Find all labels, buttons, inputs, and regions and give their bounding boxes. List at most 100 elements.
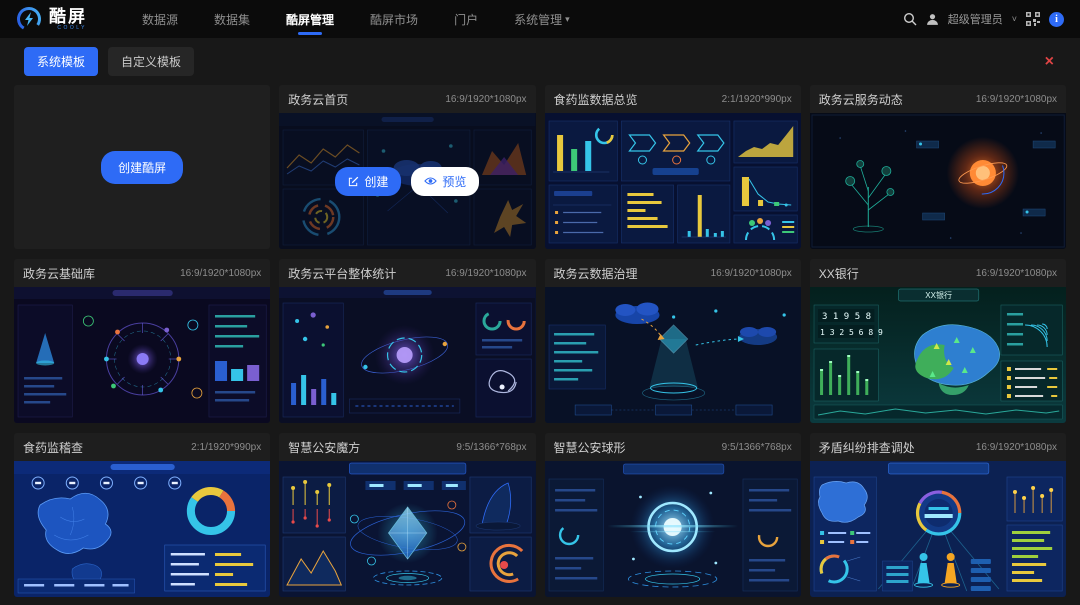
logo-subtext: COOLY [57,26,87,31]
nav-item-label: 数据源 [142,11,178,28]
nav-item-screen-market[interactable]: 酷屏市场 [370,0,418,38]
template-size: 16:9/1920*1080px [711,268,792,279]
template-title: 矛盾纠纷排查调处 [819,439,915,456]
template-thumbnail[interactable] [279,287,535,423]
top-navbar: 酷屏 COOLY 数据源 数据集 酷屏管理 酷屏市场 门户 系统管理▾ 超级管理… [0,0,1080,38]
template-card-header: 政务云数据治理 16:9/1920*1080px [545,259,801,287]
search-icon[interactable] [903,12,917,26]
template-thumbnail[interactable] [14,461,270,597]
chevron-down-icon[interactable]: ˅ [1012,14,1017,24]
close-icon[interactable]: × [1045,54,1054,70]
template-thumbnail[interactable]: XX银行 3 1 9 5 8 1 3 2 5 6 8 9 [810,287,1066,423]
preview-template-button[interactable]: 预览 [411,167,479,196]
template-card-header: 政务云首页 16:9/1920*1080px [279,85,535,113]
username[interactable]: 超级管理员 [948,11,1003,27]
template-thumbnail[interactable] [545,113,801,249]
main-menu: 数据源 数据集 酷屏管理 酷屏市场 门户 系统管理▾ [142,0,903,38]
template-title: 智慧公安球形 [554,439,626,456]
template-size: 16:9/1920*1080px [180,268,261,279]
template-thumbnail[interactable] [279,461,535,597]
template-card[interactable]: 政务云服务动态 16:9/1920*1080px [810,85,1066,249]
template-title: 政务云数据治理 [554,265,638,282]
tab-custom-templates[interactable]: 自定义模板 [108,47,194,76]
template-card[interactable]: 矛盾纠纷排查调处 16:9/1920*1080px [810,433,1066,597]
create-screen-button[interactable]: 创建酷屏 [101,151,183,184]
thumbnail-police-cube-image [279,461,535,597]
thumbnail-food-inspect-image [14,461,270,597]
template-card[interactable]: XX银行 16:9/1920*1080px XX银行 3 1 9 5 8 1 3… [810,259,1066,423]
svg-text:3 1 9 5 8: 3 1 9 5 8 [822,312,871,322]
thumbnail-gov-stats-image [279,287,535,423]
template-size: 2:1/1920*990px [722,94,792,105]
overlay-create-label: 创建 [364,173,388,190]
nav-right-tools: 超级管理员 ˅ i [903,11,1064,27]
template-thumbnail[interactable]: 创建 预览 [279,113,535,249]
template-card-header: 政务云平台整体统计 16:9/1920*1080px [279,259,535,287]
template-size: 16:9/1920*1080px [445,268,526,279]
nav-item-label: 酷屏管理 [286,11,334,28]
template-card[interactable]: 政务云平台整体统计 16:9/1920*1080px [279,259,535,423]
template-card[interactable]: 政务云基础库 16:9/1920*1080px [14,259,270,423]
hover-overlay: 创建 预览 [279,113,535,249]
template-title: XX银行 [819,265,859,282]
template-card[interactable]: 食药监稽查 2:1/1920*990px [14,433,270,597]
template-size: 9:5/1366*768px [456,442,526,453]
template-card-header: 智慧公安魔方 9:5/1366*768px [279,433,535,461]
nav-item-datasource[interactable]: 数据源 [142,0,178,38]
template-card-header: 矛盾纠纷排查调处 16:9/1920*1080px [810,433,1066,461]
template-card-header: 食药监稽查 2:1/1920*990px [14,433,270,461]
edit-icon [348,176,359,187]
template-card-header: 食药监数据总览 2:1/1920*990px [545,85,801,113]
template-size: 2:1/1920*990px [191,442,261,453]
template-card[interactable]: 政务云数据治理 16:9/1920*1080px [545,259,801,423]
nav-item-label: 数据集 [214,11,250,28]
app-logo[interactable]: 酷屏 COOLY [16,6,112,32]
overlay-preview-label: 预览 [442,173,466,190]
nav-item-label: 门户 [454,11,478,28]
template-thumbnail[interactable] [810,461,1066,597]
template-size: 16:9/1920*1080px [976,442,1057,453]
thumbnail-dispute-image [810,461,1066,597]
nav-item-label: 酷屏市场 [370,11,418,28]
nav-item-system-management[interactable]: 系统管理▾ [514,0,570,38]
qr-code-icon[interactable] [1026,12,1040,26]
logo-icon [16,6,42,32]
user-icon[interactable] [926,13,939,26]
template-card[interactable]: 智慧公安球形 9:5/1366*768px [545,433,801,597]
nav-item-portal[interactable]: 门户 [454,0,478,38]
template-title: 政务云基础库 [23,265,95,282]
template-size: 16:9/1920*1080px [976,94,1057,105]
thumbnail-police-sphere-image [545,461,801,597]
thumbnail-gov-service-image [810,113,1066,249]
template-card-header: 智慧公安球形 9:5/1366*768px [545,433,801,461]
template-size: 16:9/1920*1080px [445,94,526,105]
template-thumbnail[interactable] [545,461,801,597]
template-tabbar: 系统模板 自定义模板 × [0,38,1080,85]
eye-icon [424,176,437,186]
tab-system-templates[interactable]: 系统模板 [24,47,98,76]
svg-text:1 3 2 5 6 8 9: 1 3 2 5 6 8 9 [820,328,883,337]
template-title: 食药监数据总览 [554,91,638,108]
logo-text: 酷屏 [49,8,87,25]
create-screen-card[interactable]: 创建酷屏 [14,85,270,249]
chevron-down-icon: ▾ [565,14,570,25]
template-card-header: 政务云服务动态 16:9/1920*1080px [810,85,1066,113]
template-thumbnail[interactable] [545,287,801,423]
template-card[interactable]: 智慧公安魔方 9:5/1366*768px [279,433,535,597]
nav-item-dataset[interactable]: 数据集 [214,0,250,38]
template-grid: 创建酷屏 政务云首页 16:9/1920*1080px 创建 预览 食药监数据总… [0,85,1080,597]
template-card-header: 政务云基础库 16:9/1920*1080px [14,259,270,287]
svg-text:XX银行: XX银行 [925,290,952,300]
info-icon[interactable]: i [1049,12,1064,27]
template-title: 食药监稽查 [23,439,83,456]
template-thumbnail[interactable] [810,113,1066,249]
template-title: 智慧公安魔方 [288,439,360,456]
create-from-template-button[interactable]: 创建 [335,167,401,196]
nav-item-screen-management[interactable]: 酷屏管理 [286,0,334,38]
template-card-header: XX银行 16:9/1920*1080px [810,259,1066,287]
template-thumbnail[interactable] [14,287,270,423]
template-card[interactable]: 食药监数据总览 2:1/1920*990px [545,85,801,249]
thumbnail-food-overview-image [545,113,801,249]
template-card[interactable]: 政务云首页 16:9/1920*1080px 创建 预览 [279,85,535,249]
template-size: 16:9/1920*1080px [976,268,1057,279]
